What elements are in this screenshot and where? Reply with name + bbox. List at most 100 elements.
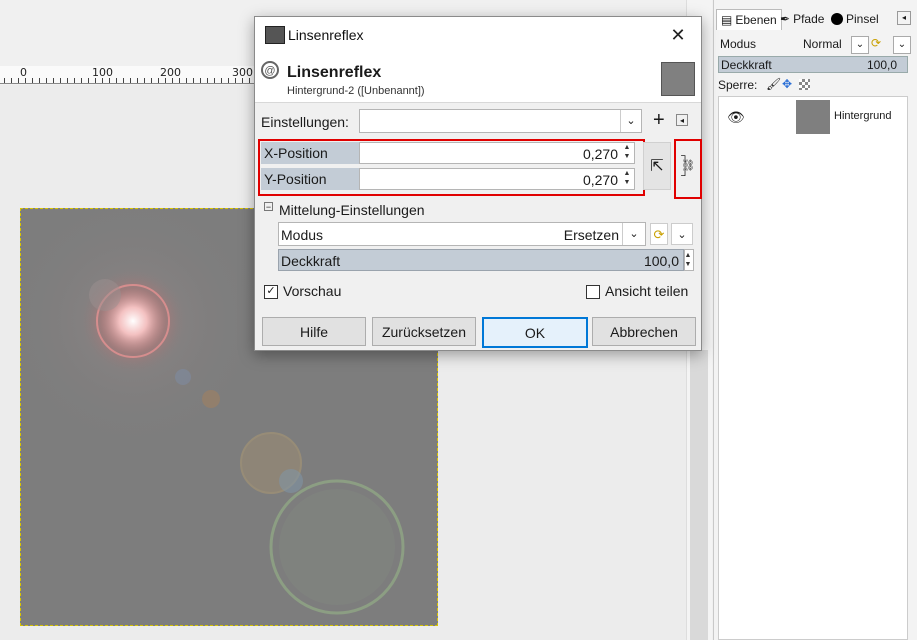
ruler-tick: [144, 78, 145, 83]
chevron-down-icon[interactable]: ⌄: [671, 223, 693, 245]
lock-row: Sperre: 🖌 ✥: [718, 76, 908, 94]
layer-row[interactable]: 👁 Hintergrund: [719, 97, 907, 137]
reset-button-label: Zurücksetzen: [381, 323, 467, 340]
blend-mode-value: Ersetzen: [563, 227, 619, 243]
chevron-down-icon[interactable]: ⌄: [893, 36, 911, 54]
ruler-tick: [200, 78, 201, 83]
ok-button-label: OK: [524, 324, 546, 341]
window-title: Linsenreflex: [288, 27, 364, 43]
dock-opacity-slider[interactable]: Deckkraft 100,0: [718, 56, 908, 73]
ruler-tick: [172, 78, 173, 83]
collapse-icon[interactable]: −: [264, 202, 273, 212]
ruler-tick: [39, 78, 40, 83]
ruler-tick: [130, 78, 131, 83]
lock-alpha-icon[interactable]: [799, 79, 810, 90]
tab-pfade[interactable]: ✒ Pfade: [780, 9, 824, 29]
highlight-box-position: [258, 139, 645, 196]
ruler-tick: [53, 78, 54, 83]
composite-mode-icon[interactable]: ⟳: [871, 36, 885, 50]
ruler-tick: [165, 78, 166, 83]
layer-name[interactable]: Hintergrund: [834, 110, 891, 122]
ruler-tick: [25, 78, 26, 83]
ruler-tick: [81, 78, 82, 83]
ruler-tick: [249, 78, 250, 83]
chevron-down-icon[interactable]: ⌄: [851, 36, 869, 54]
tab-ebenen-label: Ebenen: [735, 13, 777, 27]
dock-opacity-label: Deckkraft: [721, 58, 772, 72]
ruler-label: 200: [160, 66, 181, 79]
add-preset-icon[interactable]: +: [653, 109, 665, 131]
presets-label: Einstellungen:: [261, 114, 349, 130]
ruler-tick: [221, 78, 222, 83]
ruler-tick: [186, 78, 187, 83]
help-button[interactable]: Hilfe: [262, 317, 366, 346]
dock-menu-icon[interactable]: ◂: [897, 11, 911, 25]
layers-list[interactable]: [718, 96, 908, 640]
ok-button[interactable]: OK: [482, 317, 588, 348]
blend-section-label[interactable]: Mittelung-Einstellungen: [279, 202, 425, 218]
ruler-tick: [235, 78, 236, 83]
preview-checkbox[interactable]: ✓: [264, 285, 278, 299]
cancel-button[interactable]: Abbrechen: [592, 317, 696, 346]
composite-mode-icon[interactable]: ⟳: [650, 223, 668, 245]
presets-combo[interactable]: ⌄: [359, 109, 642, 133]
chain-link-icon[interactable]: ┐ ⛓ ┘: [681, 151, 695, 183]
chevron-down-icon[interactable]: ⌄: [622, 223, 645, 245]
close-icon[interactable]: ✕: [661, 23, 695, 47]
tab-pinsel-label: Pinsel: [846, 12, 879, 26]
horizontal-ruler: 0 100 200 300: [0, 66, 254, 84]
tab-pinsel[interactable]: Pinsel: [831, 9, 879, 29]
ruler-tick: [123, 78, 124, 83]
ruler-tick: [242, 78, 243, 83]
decrement-icon[interactable]: ▼: [683, 261, 693, 275]
paths-icon: ✒: [780, 12, 791, 26]
dialog-titlebar[interactable]: Linsenreflex ✕: [255, 17, 701, 53]
split-view-label[interactable]: Ansicht teilen: [605, 283, 688, 299]
blend-mode-combo[interactable]: Modus Ersetzen ⌄: [278, 222, 646, 246]
header-subtitle: Hintergrund-2 ([Unbenannt]): [287, 85, 425, 97]
lock-position-icon[interactable]: ✥: [782, 77, 792, 91]
ruler-tick: [214, 78, 215, 83]
blend-mode-label: Modus: [281, 227, 324, 243]
lock-pixels-icon[interactable]: 🖌: [766, 77, 781, 91]
ruler-tick: [151, 78, 152, 83]
tab-ebenen[interactable]: ▤ Ebenen: [716, 9, 782, 30]
ruler-tick: [4, 78, 5, 83]
eye-icon[interactable]: 👁: [727, 109, 745, 126]
ruler-tick: [60, 78, 61, 83]
dock-mode-label: Modus: [720, 37, 757, 51]
drawable-preview-swatch: [661, 62, 695, 96]
ruler-tick: [74, 78, 75, 83]
layer-thumbnail: [796, 100, 830, 134]
preview-label[interactable]: Vorschau: [283, 283, 341, 299]
pick-coordinates-icon[interactable]: ⇱: [643, 142, 671, 190]
opacity-slider[interactable]: Deckkraft 100,0: [278, 249, 684, 271]
layers-icon: ▤: [721, 13, 733, 27]
top-toolbar-strip: [0, 0, 712, 6]
dock-mode-row: Modus Normal ⌄ ⟳ ⌄: [717, 35, 913, 55]
ruler-tick: [116, 78, 117, 83]
ruler-tick: [95, 78, 96, 83]
lock-label: Sperre:: [718, 78, 758, 92]
opacity-spinner-buttons[interactable]: ▲ ▼: [684, 249, 694, 271]
chevron-down-icon[interactable]: ⌄: [620, 110, 641, 132]
ruler-tick: [88, 78, 89, 83]
ruler-tick: [32, 78, 33, 83]
scrollbar-thumb[interactable]: [690, 350, 708, 640]
split-view-checkbox[interactable]: [586, 285, 600, 299]
dock-opacity-value: 100,0: [866, 58, 897, 72]
opacity-value: 100,0: [643, 253, 679, 269]
ruler-tick: [193, 78, 194, 83]
ruler-tick: [137, 78, 138, 83]
presets-menu-icon[interactable]: ◂: [676, 114, 688, 126]
help-button-label: Hilfe: [299, 323, 328, 340]
ruler-tick: [179, 78, 180, 83]
ruler-tick: [109, 78, 110, 83]
ruler-tick: [18, 78, 19, 83]
ruler-tick: [46, 78, 47, 83]
ruler-tick: [11, 78, 12, 83]
dock-mode-value[interactable]: Normal: [803, 37, 842, 51]
reset-button[interactable]: Zurücksetzen: [372, 317, 476, 346]
header-title: Linsenreflex: [287, 64, 382, 81]
ruler-tick: [67, 78, 68, 83]
